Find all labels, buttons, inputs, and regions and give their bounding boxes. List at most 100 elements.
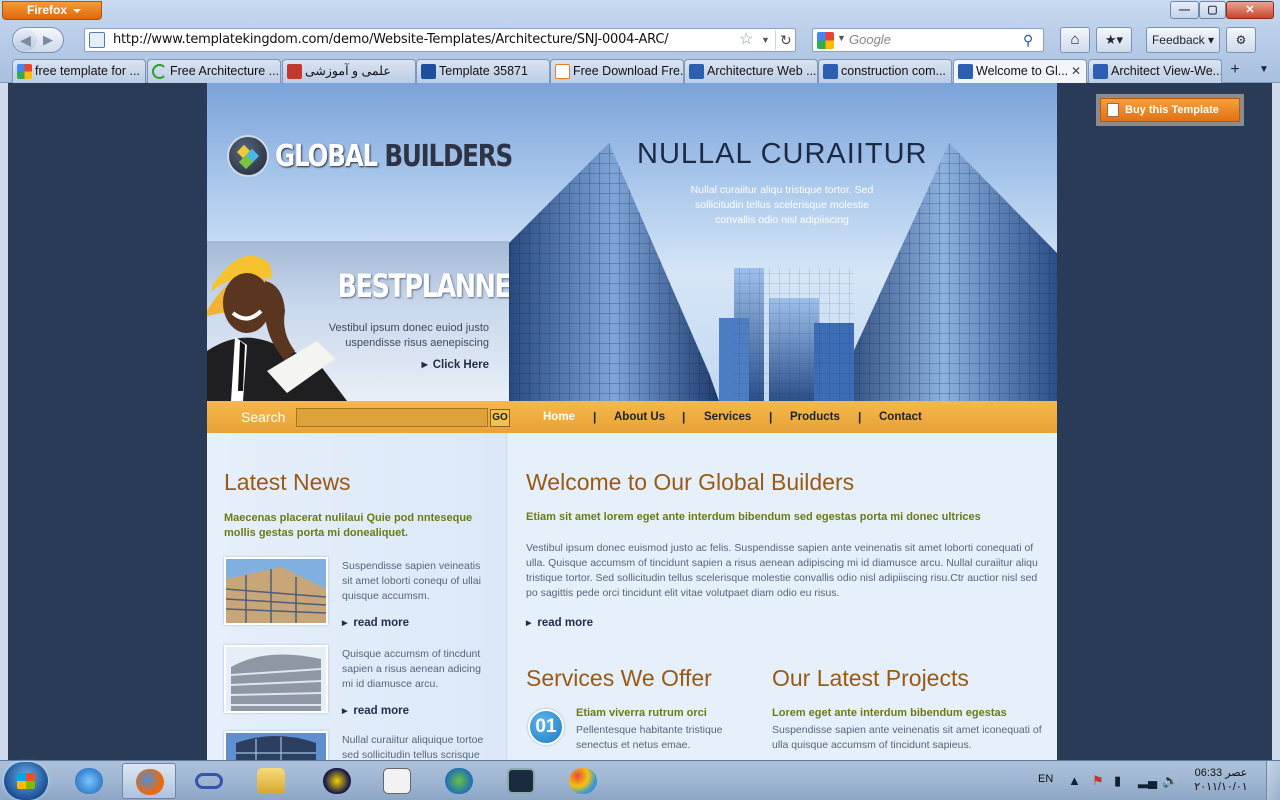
minimize-button[interactable]: —: [1170, 1, 1199, 19]
forward-button[interactable]: ▶: [43, 30, 53, 50]
language-indicator[interactable]: EN: [1038, 761, 1053, 797]
feedback-label: Feedback: [1151, 33, 1205, 47]
welcome-title: Welcome to Our Global Builders: [526, 469, 855, 495]
list-item: Nullal curaiitur aliquique tortoe sed so…: [224, 731, 494, 760]
title-bar: Firefox — ▢ ✕: [0, 0, 1280, 22]
show-desktop-button[interactable]: [1266, 761, 1280, 800]
site-icon: [287, 64, 302, 79]
reader-icon: [383, 768, 411, 794]
address-bar[interactable]: http://www.templatekingdom.com/demo/Webs…: [84, 28, 796, 52]
skyscrapers-image: [509, 143, 1057, 401]
taskbar-infinity[interactable]: [182, 763, 236, 799]
firefox-menu-button[interactable]: Firefox: [2, 1, 102, 20]
bookmark-star-icon[interactable]: ☆: [739, 30, 753, 50]
tab-architecture-web[interactable]: Architecture Web ...: [684, 59, 818, 83]
page-viewport: GLOBAL BUILDERS BESTPLANNER Vestibul ips…: [8, 83, 1272, 760]
taskbar-ati[interactable]: [310, 763, 364, 799]
logo-text: GLOBAL BUILDERS: [275, 139, 513, 174]
taskbar-explorer[interactable]: [244, 763, 298, 799]
bookmarks-button[interactable]: ★▾: [1096, 27, 1132, 53]
hero-title: NULLAL CURAIITUR: [637, 138, 928, 170]
globe-icon: [445, 768, 473, 794]
tab-free-template[interactable]: free template for ...: [12, 59, 146, 83]
addon-button[interactable]: ⚙: [1226, 27, 1256, 53]
taskbar-ie[interactable]: [62, 763, 116, 799]
tab-free-download[interactable]: Free Download Fre...: [550, 59, 684, 83]
tab-template-35871[interactable]: Template 35871: [416, 59, 550, 83]
maximize-button[interactable]: ▢: [1199, 1, 1226, 19]
search-bar[interactable]: ▼ Google ⚲: [812, 28, 1044, 52]
close-icon: ✕: [1245, 4, 1255, 16]
nav-separator: |: [769, 410, 773, 424]
buy-template-inner[interactable]: Buy this Template: [1100, 98, 1240, 122]
show-hidden-icons-icon[interactable]: ▲: [1068, 773, 1081, 788]
site-icon: [421, 64, 436, 79]
project-heading[interactable]: Lorem eget ante interdum bibendum egesta…: [772, 707, 1007, 719]
feedback-button[interactable]: Feedback ▾: [1146, 27, 1220, 53]
services-title: Services We Offer: [526, 665, 712, 691]
start-button[interactable]: [4, 762, 48, 800]
google-icon[interactable]: [817, 32, 834, 49]
action-center-icon[interactable]: ⚑: [1092, 773, 1104, 789]
hero-text: Nullal curaiitur aliqu tristique tortor.…: [690, 184, 874, 226]
taskbar-reader[interactable]: [370, 763, 424, 799]
read-more-label: read more: [537, 617, 593, 629]
service-heading[interactable]: Etiam viverra rutrum orci: [576, 707, 707, 719]
nav-products[interactable]: Products: [790, 401, 840, 433]
tab-welcome-global[interactable]: Welcome to Gl... ✕: [953, 59, 1087, 83]
taskbar-globe[interactable]: [432, 763, 486, 799]
site-nav-bar: Search GO Home | About Us | Services | P…: [207, 401, 1057, 433]
nav-services[interactable]: Services: [704, 401, 751, 433]
nav-about-us[interactable]: About Us: [614, 401, 665, 433]
close-button[interactable]: ✕: [1226, 1, 1274, 19]
url-text[interactable]: http://www.templatekingdom.com/demo/Webs…: [113, 29, 669, 51]
close-tab-icon[interactable]: ✕: [1071, 60, 1081, 83]
news-thumbnail[interactable]: [224, 557, 328, 625]
site-icon: [823, 64, 838, 79]
arrow-right-icon: ▶: [342, 620, 348, 627]
site-header: GLOBAL BUILDERS BESTPLANNER Vestibul ips…: [207, 83, 1057, 401]
projects-title: Our Latest Projects: [772, 665, 969, 691]
home-button[interactable]: ⌂: [1060, 27, 1090, 53]
bookmarks-icon: ★▾: [1104, 32, 1124, 47]
news-thumbnail[interactable]: [224, 731, 328, 760]
read-more-link[interactable]: ▶ read more: [342, 617, 409, 629]
reload-icon[interactable]: ↻: [775, 30, 792, 50]
read-more-link[interactable]: ▶ read more: [526, 617, 593, 629]
volume-icon[interactable]: 🔊: [1162, 773, 1178, 789]
chevron-down-icon: [73, 9, 81, 13]
search-input[interactable]: Google: [849, 29, 891, 51]
tab-construction[interactable]: construction com...: [818, 59, 952, 83]
tab-architect-view[interactable]: Architect View-We...: [1088, 59, 1222, 83]
taskbar-kmp[interactable]: [494, 763, 548, 799]
tab-label: construction com...: [841, 64, 946, 78]
navigation-toolbar: ◀ ▶ http://www.templatekingdom.com/demo/…: [0, 24, 1280, 56]
nav-separator: |: [593, 410, 597, 424]
taskbar-firefox[interactable]: [122, 763, 176, 799]
go-button[interactable]: GO: [490, 409, 510, 427]
search-icon[interactable]: ⚲: [1023, 32, 1033, 49]
click-here-link[interactable]: ▶ Click Here: [317, 359, 489, 371]
back-button[interactable]: ◀: [14, 29, 37, 51]
nav-home[interactable]: Home: [543, 401, 575, 433]
list-tabs-button[interactable]: ▼: [1252, 60, 1276, 82]
history-dropdown-icon[interactable]: ▼: [761, 32, 770, 48]
new-tab-button[interactable]: +: [1223, 60, 1247, 82]
engine-dropdown-icon[interactable]: ▼: [837, 33, 846, 43]
read-more-link[interactable]: ▶ read more: [342, 705, 409, 717]
site-identity-icon[interactable]: [89, 32, 105, 48]
tab-persian-site[interactable]: علمی و آموزشی: [282, 59, 416, 83]
site-search-input[interactable]: [296, 408, 488, 427]
buy-template-button[interactable]: Buy this Template: [1096, 94, 1244, 126]
news-thumbnail[interactable]: [224, 645, 328, 713]
tab-free-architecture[interactable]: Free Architecture ...: [147, 59, 281, 83]
list-item: Quisque accumsm of tincdunt sapien a ris…: [224, 645, 494, 725]
latest-news-subtitle: Maecenas placerat nulilaui Quie pod nnte…: [224, 512, 473, 539]
welcome-body: Vestibul ipsum donec euismod justo ac fe…: [526, 542, 1038, 599]
network-icon[interactable]: ▂▄: [1138, 773, 1157, 789]
clock[interactable]: 06:33 عصر ۲۰۱۱/۱۰/۰۱: [1186, 766, 1256, 794]
power-icon[interactable]: ▮: [1114, 773, 1121, 789]
taskbar-paint[interactable]: [556, 763, 610, 799]
nav-contact[interactable]: Contact: [879, 401, 922, 433]
read-more-label: read more: [353, 705, 409, 717]
